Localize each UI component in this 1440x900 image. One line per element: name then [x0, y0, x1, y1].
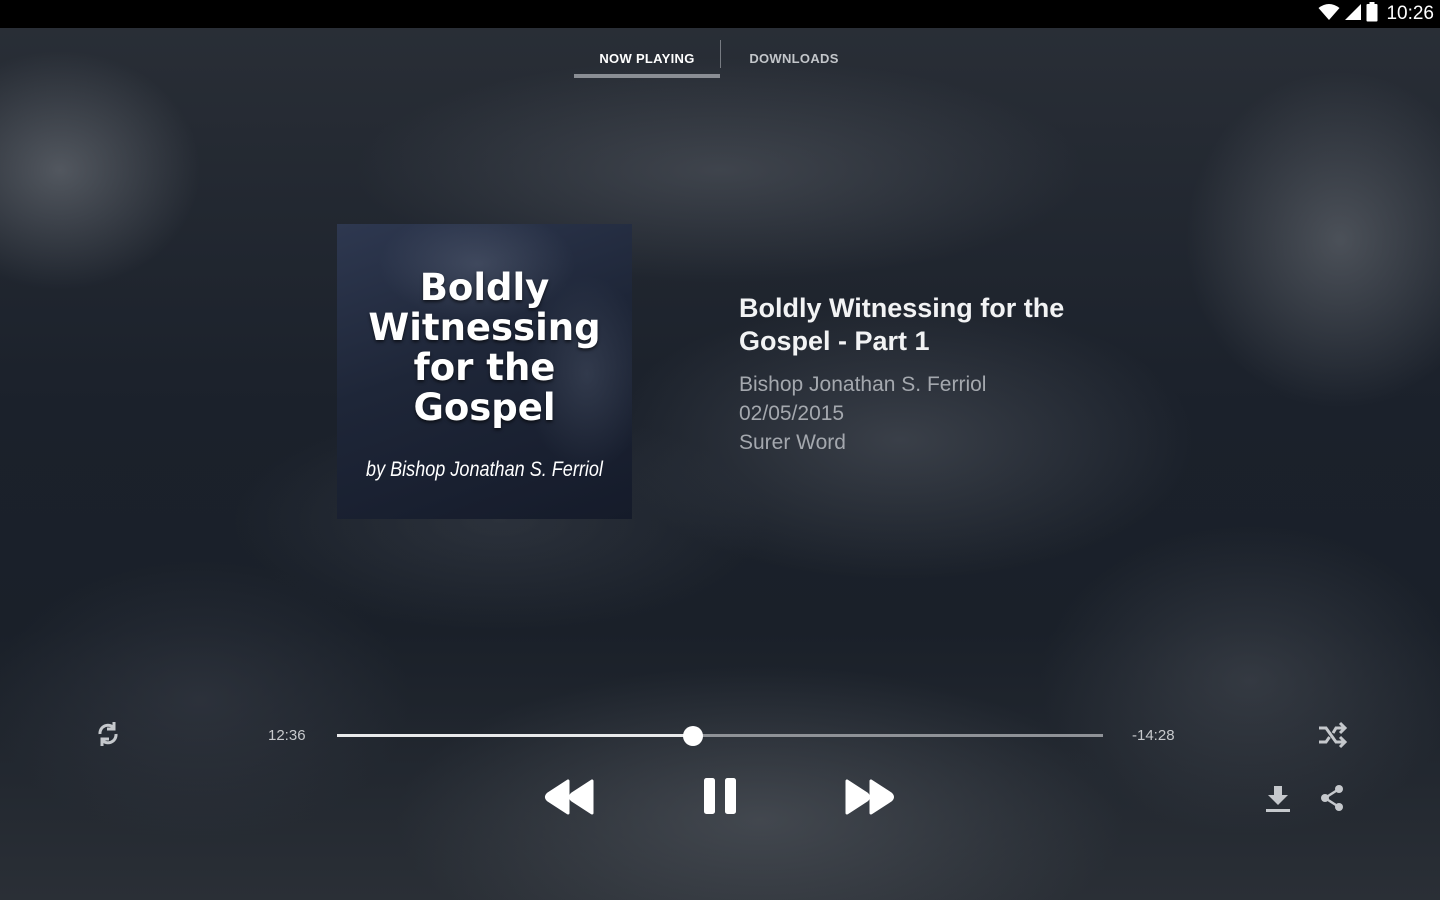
share-button[interactable] [1314, 782, 1350, 818]
rewind-icon [544, 779, 596, 820]
tab-now-playing[interactable]: NOW PLAYING [574, 38, 720, 78]
tab-downloads[interactable]: DOWNLOADS [721, 38, 867, 78]
status-bar: 10:26 [0, 0, 1440, 28]
artwork-title-text: Boldly Witnessing for the Gospel [368, 266, 601, 429]
fast-forward-button[interactable] [839, 776, 899, 822]
pause-icon [703, 777, 737, 820]
repeat-button[interactable] [90, 718, 126, 754]
pause-button[interactable] [696, 774, 744, 822]
rewind-button[interactable] [540, 776, 600, 822]
track-speaker: Bishop Jonathan S. Ferriol [739, 373, 987, 396]
tab-bar: NOW PLAYING DOWNLOADS [574, 38, 867, 78]
track-series: Surer Word [739, 431, 846, 454]
status-time: 10:26 [1386, 3, 1434, 24]
player-screen: 10:26 NOW PLAYING DOWNLOADS Boldly Witne… [0, 0, 1440, 900]
cellular-signal-icon [1344, 3, 1362, 26]
download-button[interactable] [1260, 782, 1296, 818]
album-artwork: Boldly Witnessing for the Gospel by Bish… [337, 224, 632, 519]
track-title: Boldly Witnessing for the Gospel - Part … [739, 293, 1065, 356]
battery-icon [1366, 1, 1378, 27]
shuffle-icon [1317, 721, 1349, 754]
artwork-author-text: by Bishop Jonathan S. Ferriol [366, 458, 603, 481]
seek-thumb[interactable] [683, 726, 703, 746]
remaining-time: -14:28 [1132, 727, 1175, 744]
track-info: Boldly Witnessing for the Gospel - Part … [739, 292, 1159, 457]
wifi-icon [1318, 3, 1340, 26]
seek-progress [337, 734, 693, 737]
seek-bar[interactable] [337, 726, 1103, 746]
share-icon [1318, 784, 1346, 817]
repeat-icon [94, 720, 122, 753]
blurred-background [0, 0, 1440, 900]
shuffle-button[interactable] [1314, 718, 1352, 756]
track-date: 02/05/2015 [739, 402, 845, 425]
elapsed-time: 12:36 [268, 727, 306, 744]
fast-forward-icon [843, 779, 895, 820]
download-icon [1264, 784, 1292, 817]
